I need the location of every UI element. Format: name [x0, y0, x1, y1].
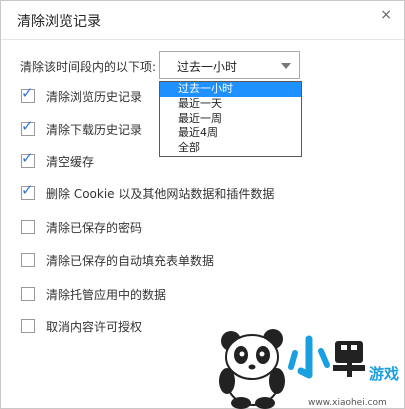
svg-text:www.xiaohei.com: www.xiaohei.com — [308, 398, 387, 408]
dialog-title: 清除浏览记录 — [17, 14, 101, 30]
time-range-label: 清除该时间段内的以下项: — [20, 60, 157, 74]
chevron-down-icon — [281, 63, 291, 69]
title-divider — [1, 39, 404, 40]
option-past-hour[interactable]: 过去一小时 — [160, 82, 301, 97]
checkbox-cache[interactable]: ✓ — [21, 149, 35, 168]
checkmark-icon: ✓ — [21, 181, 34, 199]
cookies-label: 删除 Cookie 以及其他网站数据和插件数据 — [46, 187, 275, 201]
checkbox-download-history[interactable]: ✓ — [21, 117, 35, 136]
checkmark-icon: ✓ — [21, 117, 34, 135]
passwords-label: 清除已保存的密码 — [46, 221, 143, 235]
option-all-time[interactable]: 全部 — [160, 141, 301, 156]
content-licenses-label: 取消内容许可授权 — [46, 320, 143, 334]
checkbox-passwords[interactable]: ✓ — [21, 220, 35, 234]
option-past-4-weeks[interactable]: 最近4周 — [160, 126, 301, 141]
clear-browsing-data-dialog: 清除浏览记录 × 清除该时间段内的以下项: 过去一小时 过去一小时 最近一天 最… — [0, 0, 405, 409]
autofill-label: 清除已保存的自动填充表单数据 — [46, 254, 215, 268]
svg-text:游戏: 游戏 — [369, 365, 399, 383]
option-past-week[interactable]: 最近一周 — [160, 112, 301, 127]
checkbox-hosted-apps[interactable]: ✓ — [21, 287, 35, 301]
browsing-history-label: 清除浏览历史记录 — [46, 90, 143, 104]
download-history-label: 清除下载历史记录 — [46, 123, 143, 137]
checkbox-cookies[interactable]: ✓ — [21, 181, 35, 200]
checkbox-autofill[interactable]: ✓ — [21, 253, 35, 267]
checkmark-icon: ✓ — [21, 149, 34, 167]
hosted-apps-label: 清除托管应用中的数据 — [46, 288, 167, 302]
checkbox-content-licenses[interactable]: ✓ — [21, 319, 35, 333]
time-range-dropdown: 过去一小时 最近一天 最近一周 最近4周 全部 — [159, 81, 302, 157]
time-range-selected-value: 过去一小时 — [177, 60, 238, 74]
time-range-select[interactable]: 过去一小时 — [159, 51, 300, 79]
panda-logo-watermark: 游戏 www.xiaohei.com — [219, 329, 399, 409]
cache-label: 清空缓存 — [46, 155, 95, 169]
option-past-day[interactable]: 最近一天 — [160, 97, 301, 112]
close-icon[interactable]: × — [380, 7, 392, 23]
checkmark-icon: ✓ — [21, 84, 34, 102]
checkbox-browsing-history[interactable]: ✓ — [21, 84, 35, 103]
